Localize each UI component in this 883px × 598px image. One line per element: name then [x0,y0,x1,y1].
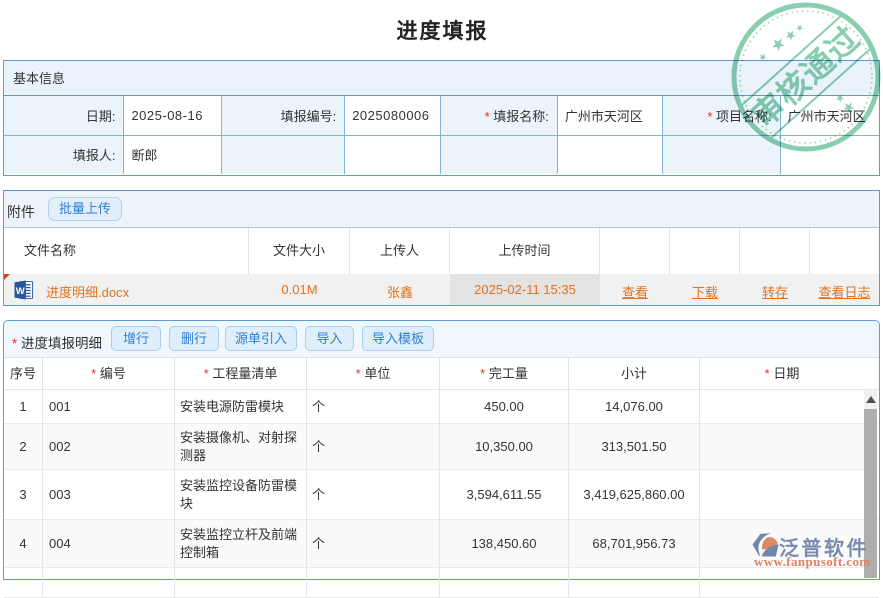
svg-text:W: W [16,286,25,297]
svg-text:★: ★ [756,50,770,64]
